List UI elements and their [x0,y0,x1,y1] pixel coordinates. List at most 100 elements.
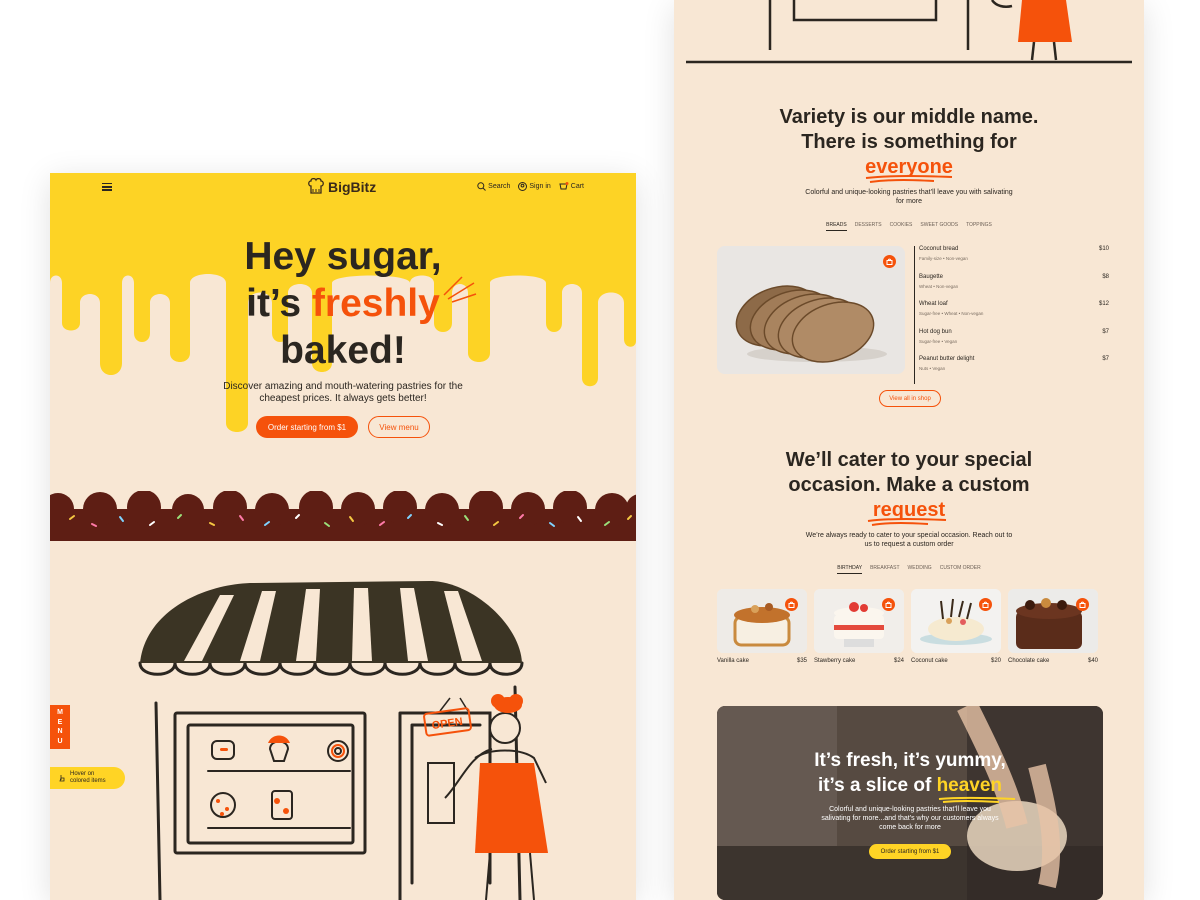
open-sign: OPEN [423,697,472,737]
hero-line-2-prefix: it’s [246,282,312,325]
top-navigation: BigBitz Search Sign in Cart [50,173,636,203]
hero-accent-word: freshly [311,282,440,325]
order-button[interactable]: Order starting from $1 [256,416,358,438]
underline-scribble [867,518,947,526]
cake-card[interactable]: Chocolate cake $40 [1008,589,1098,664]
add-to-cart-icon[interactable] [979,598,992,611]
menu-item-name: Baugette [919,273,944,280]
add-to-cart-icon[interactable] [882,598,895,611]
search-link[interactable]: Search [477,182,510,191]
variety-tabs: BREADS DESSERTS COOKIES SWEET GOODS TOPP… [674,222,1144,231]
cake-price: $24 [893,658,904,664]
cake-name: Stawberry cake [814,658,856,664]
tab-breads[interactable]: BREADS [826,222,847,231]
menu-item-price: $10 [1098,246,1109,252]
menu-item-price: $7 [1102,356,1109,362]
occasion-tabs: BIRTHDAY BREAKFAST WEDDING CUSTOM ORDER [674,565,1144,574]
hero-section: BigBitz Search Sign in Cart Hey sugar, i… [50,173,636,543]
bread-product-image[interactable] [717,246,905,374]
cake-card[interactable]: Stawberry cake $24 [814,589,904,664]
menu-item-price: $12 [1098,301,1109,307]
banner-headline: It’s fresh, it’s yummy, it’s a slice of … [717,748,1103,798]
cake-card[interactable]: Vanilla cake $35 [717,589,807,664]
occasion-title: We’ll cater to your special occasion. Ma… [674,448,1144,523]
banner-line-2: it’s a slice of heaven [717,773,1103,798]
sparkle-lines-decoration [443,276,477,303]
variety-subtitle: Colorful and unique-looking pastries tha… [805,189,1013,205]
occasion-subtitle: We’re always ready to cater to your spec… [805,532,1013,548]
bag-icon [886,258,893,265]
side-menu-tab[interactable]: MENU [50,705,70,749]
signin-label: Sign in [529,183,551,190]
tab-desserts[interactable]: DESSERTS [855,222,882,231]
cart-label: Cart [570,183,584,190]
search-icon [477,182,487,191]
variety-title: Variety is our middle name. There is som… [674,105,1144,180]
cake-price: $35 [796,658,807,664]
cake-name: Vanilla cake [717,658,749,664]
heaven-promo-banner: It’s fresh, it’s yummy, it’s a slice of … [717,706,1103,900]
sliced-bread-photo [717,246,905,374]
banner-order-button[interactable]: Order starting from $1 [869,844,951,859]
menu-item-tags: Family-size • Non-vegan [919,256,968,261]
variety-title-line-2: There is something for [801,131,1017,153]
landing-page-sections-panel: Variety is our middle name. There is som… [674,0,1144,900]
underline-scribble [938,796,1016,803]
menu-item-name: Wheat loaf [919,301,948,307]
baker-hands-photo [717,706,1103,900]
cake-price: $20 [990,658,1001,664]
hover-hint-line-2: colored items [70,778,106,784]
hero-subtitle: Discover amazing and mouth-watering past… [223,381,463,404]
cart-link[interactable]: Cart [559,182,584,191]
add-to-cart-icon[interactable] [785,598,798,611]
header-actions: Search Sign in Cart [477,182,584,191]
menu-item[interactable]: Peanut butter delight Nuts • Vegan $7 [919,356,1109,384]
menu-item-tags: Sugar-free • Wheat • Non-vegan [919,311,984,316]
hover-hint-pill: Hover on colored items [50,767,125,789]
add-to-cart-icon[interactable] [1076,598,1089,611]
hero-line-3: baked! [280,329,406,372]
hover-hint-line-1: Hover on [70,771,95,777]
tab-sweet-goods[interactable]: SWEET GOODS [920,222,958,231]
banner-line-2-prefix: it’s a slice of [817,775,937,796]
signin-link[interactable]: Sign in [518,182,551,191]
tab-toppings[interactable]: TOPPINGS [966,222,992,231]
tab-custom-order[interactable]: CUSTOM ORDER [940,565,981,574]
landing-page-hero-panel: BigBitz Search Sign in Cart Hey sugar, i… [50,173,636,900]
variety-title-line-1: Variety is our middle name. [779,106,1039,128]
chef-hat-icon [308,178,324,194]
tab-cookies[interactable]: COOKIES [890,222,913,231]
hamburger-menu-icon[interactable] [102,183,112,191]
cake-card[interactable]: Coconut cake $20 [911,589,1001,664]
open-sign-text: OPEN [431,716,464,732]
banner-line-1: It’s fresh, it’s yummy, [814,750,1006,771]
cake-name: Chocolate cake [1008,658,1050,664]
menu-item-tags: Wheat • Non-vegan [919,283,959,289]
menu-item[interactable]: Hot dog bun Sugar-free • Vegan $7 [919,329,1109,357]
tab-birthday[interactable]: BIRTHDAY [837,565,863,574]
view-menu-button[interactable]: View menu [368,416,430,438]
hero-line-1: Hey sugar, [244,235,442,278]
bakery-storefront-illustration: OPEN [138,581,548,900]
user-icon [518,182,528,191]
menu-item[interactable]: Coconut bread Family-size • Non-vegan $10 [919,246,1109,274]
menu-item-name: Coconut bread [919,246,959,252]
brand-logo[interactable]: BigBitz [308,178,376,196]
menu-item-name: Peanut butter delight [919,356,975,362]
menu-item-tags: Nuts • Vegan [919,366,946,371]
menu-item[interactable]: Wheat loaf Sugar-free • Wheat • Non-vegan… [919,301,1109,329]
search-label: Search [488,183,511,190]
view-all-button[interactable]: View all in shop [879,390,941,407]
tab-wedding[interactable]: WEDDING [908,565,932,574]
hero-headline: Hey sugar, it’s freshly baked! [50,233,636,374]
cake-name: Coconut cake [911,658,948,664]
add-to-cart-icon[interactable] [883,255,896,268]
brand-name: BigBitz [328,179,377,195]
occasion-title-line-2: occasion. Make a custom [788,474,1030,496]
cake-price: $40 [1087,658,1098,664]
underline-scribble [865,175,953,183]
bread-menu-list: Coconut bread Family-size • Non-vegan $10 … [914,246,1109,384]
pointer-hand-icon [59,775,65,782]
menu-item[interactable]: Baugette Wheat • Non-vegan $8 [919,274,1109,302]
tab-breakfast[interactable]: BREAKFAST [870,565,899,574]
